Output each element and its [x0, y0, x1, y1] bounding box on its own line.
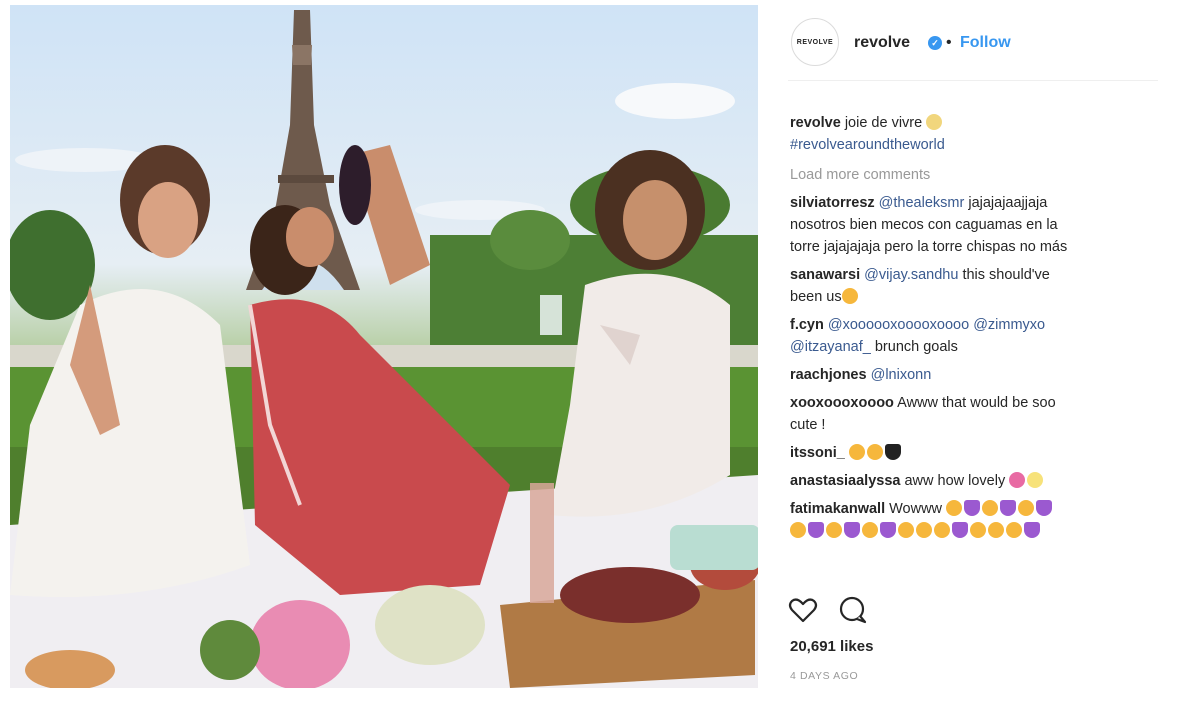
comment-username[interactable]: fatimakanwall	[790, 501, 885, 517]
caption-text: joie de vivre	[844, 115, 923, 131]
picnic-scene-illustration	[10, 10, 758, 688]
comment: f.cyn @xoooooxooooxoooo @zimmyxo @itzaya…	[790, 314, 1160, 358]
purple-heart-emoji-icon	[844, 522, 860, 538]
purple-heart-emoji-icon	[964, 500, 981, 516]
comment-text: torre jajajajaja pero la torre chispas n…	[790, 239, 1068, 255]
purple-heart-emoji-icon	[880, 522, 896, 538]
heart-eyes-emoji-icon	[826, 522, 842, 538]
comment: itssoni_	[790, 442, 1160, 464]
comment-mention[interactable]: @xoooooxooooxoooo @zimmyxo	[828, 317, 1045, 333]
post-header: REVOLVE revolve ✓ • Follow	[788, 14, 1158, 81]
comment: sanawarsi @vijay.sandhu this should've b…	[790, 264, 1160, 308]
heart-icon[interactable]	[788, 596, 818, 624]
heart-eyes-emoji-icon	[898, 522, 914, 538]
comment-text: Wowww	[889, 501, 943, 517]
comment-mention[interactable]: @lnixonn	[871, 367, 932, 383]
caption: revolve joie de vivre	[790, 112, 1160, 134]
follow-button[interactable]: Follow	[960, 34, 1011, 52]
caption-hashtag[interactable]: #revolvearoundtheworld	[790, 134, 1160, 156]
comment-username[interactable]: silviatorresz	[790, 195, 875, 211]
comment: anastasiaalyssa aww how lovely	[790, 470, 1160, 492]
comment-text: been us	[790, 289, 842, 305]
post-photo[interactable]	[10, 5, 758, 688]
post-sidebar: REVOLVE revolve ✓ • Follow revolve joie …	[788, 14, 1160, 704]
account-username[interactable]: revolve	[854, 34, 910, 52]
purple-heart-emoji-icon	[1000, 500, 1017, 516]
heart-eyes-emoji-icon	[1006, 522, 1022, 538]
champagne-emoji-icon	[926, 114, 943, 130]
comment-text: Awww that would be soo	[897, 395, 1056, 411]
comment: raachjones @lnixonn	[790, 364, 1160, 386]
heart-eyes-emoji-icon	[1018, 500, 1035, 516]
comment-mention[interactable]: @vijay.sandhu	[864, 267, 958, 283]
two-hearts-emoji-icon	[1009, 472, 1026, 488]
avatar[interactable]: REVOLVE	[791, 18, 839, 66]
comment: xooxoooxoooo Awww that would be soo cute…	[790, 392, 1160, 436]
emoji-row	[790, 520, 1160, 542]
comment: fatimakanwall Wowww	[790, 498, 1160, 542]
verified-badge-icon: ✓	[928, 36, 942, 50]
comment-username[interactable]: raachjones	[790, 367, 867, 383]
sad-face-emoji-icon	[866, 444, 883, 460]
comment-text: jajajajaajjaja	[968, 195, 1048, 211]
comment-username[interactable]: f.cyn	[790, 317, 824, 333]
comment-username[interactable]: sanawarsi	[790, 267, 860, 283]
heart-eyes-emoji-icon	[988, 522, 1004, 538]
comment: silviatorresz @thealeksmr jajajajaajjaja…	[790, 192, 1160, 258]
comment-mention[interactable]: @itzayanaf_	[790, 339, 871, 355]
heart-eyes-emoji-icon	[946, 500, 963, 516]
header-separator: •	[946, 34, 952, 51]
black-heart-emoji-icon	[884, 444, 901, 460]
load-more-comments-link[interactable]: Load more comments	[790, 164, 1160, 186]
comment-username[interactable]: itssoni_	[790, 445, 845, 461]
heart-eyes-emoji-icon	[790, 522, 806, 538]
heart-eyes-emoji-icon	[934, 522, 950, 538]
comment-text: aww how lovely	[904, 473, 1006, 489]
comment-icon[interactable]	[838, 596, 868, 624]
post-timestamp[interactable]: 4 DAYS AGO	[790, 670, 858, 682]
heart-eyes-emoji-icon	[848, 444, 865, 460]
purple-heart-emoji-icon	[1024, 522, 1040, 538]
crying-emoji-icon	[841, 288, 858, 304]
purple-heart-emoji-icon	[952, 522, 968, 538]
heart-eyes-emoji-icon	[982, 500, 999, 516]
likes-count[interactable]: 20,691 likes	[790, 638, 873, 655]
comments-section: revolve joie de vivre #revolvearoundthew…	[790, 112, 1160, 548]
purple-heart-emoji-icon	[808, 522, 824, 538]
comment-username[interactable]: xooxoooxoooo	[790, 395, 894, 411]
heart-eyes-emoji-icon	[916, 522, 932, 538]
comment-mention[interactable]: @thealeksmr	[879, 195, 965, 211]
comment-text: cute !	[790, 417, 826, 433]
comment-text: this should've	[962, 267, 1050, 283]
sparkles-emoji-icon	[1027, 472, 1044, 488]
comment-username[interactable]: anastasiaalyssa	[790, 473, 900, 489]
heart-eyes-emoji-icon	[970, 522, 986, 538]
comment-text: nosotros bien mecos con caguamas en la	[790, 217, 1058, 233]
heart-eyes-emoji-icon	[862, 522, 878, 538]
comment-text: brunch goals	[874, 339, 958, 355]
purple-heart-emoji-icon	[1036, 500, 1053, 516]
post-actions	[788, 596, 888, 624]
caption-username[interactable]: revolve	[790, 115, 841, 131]
